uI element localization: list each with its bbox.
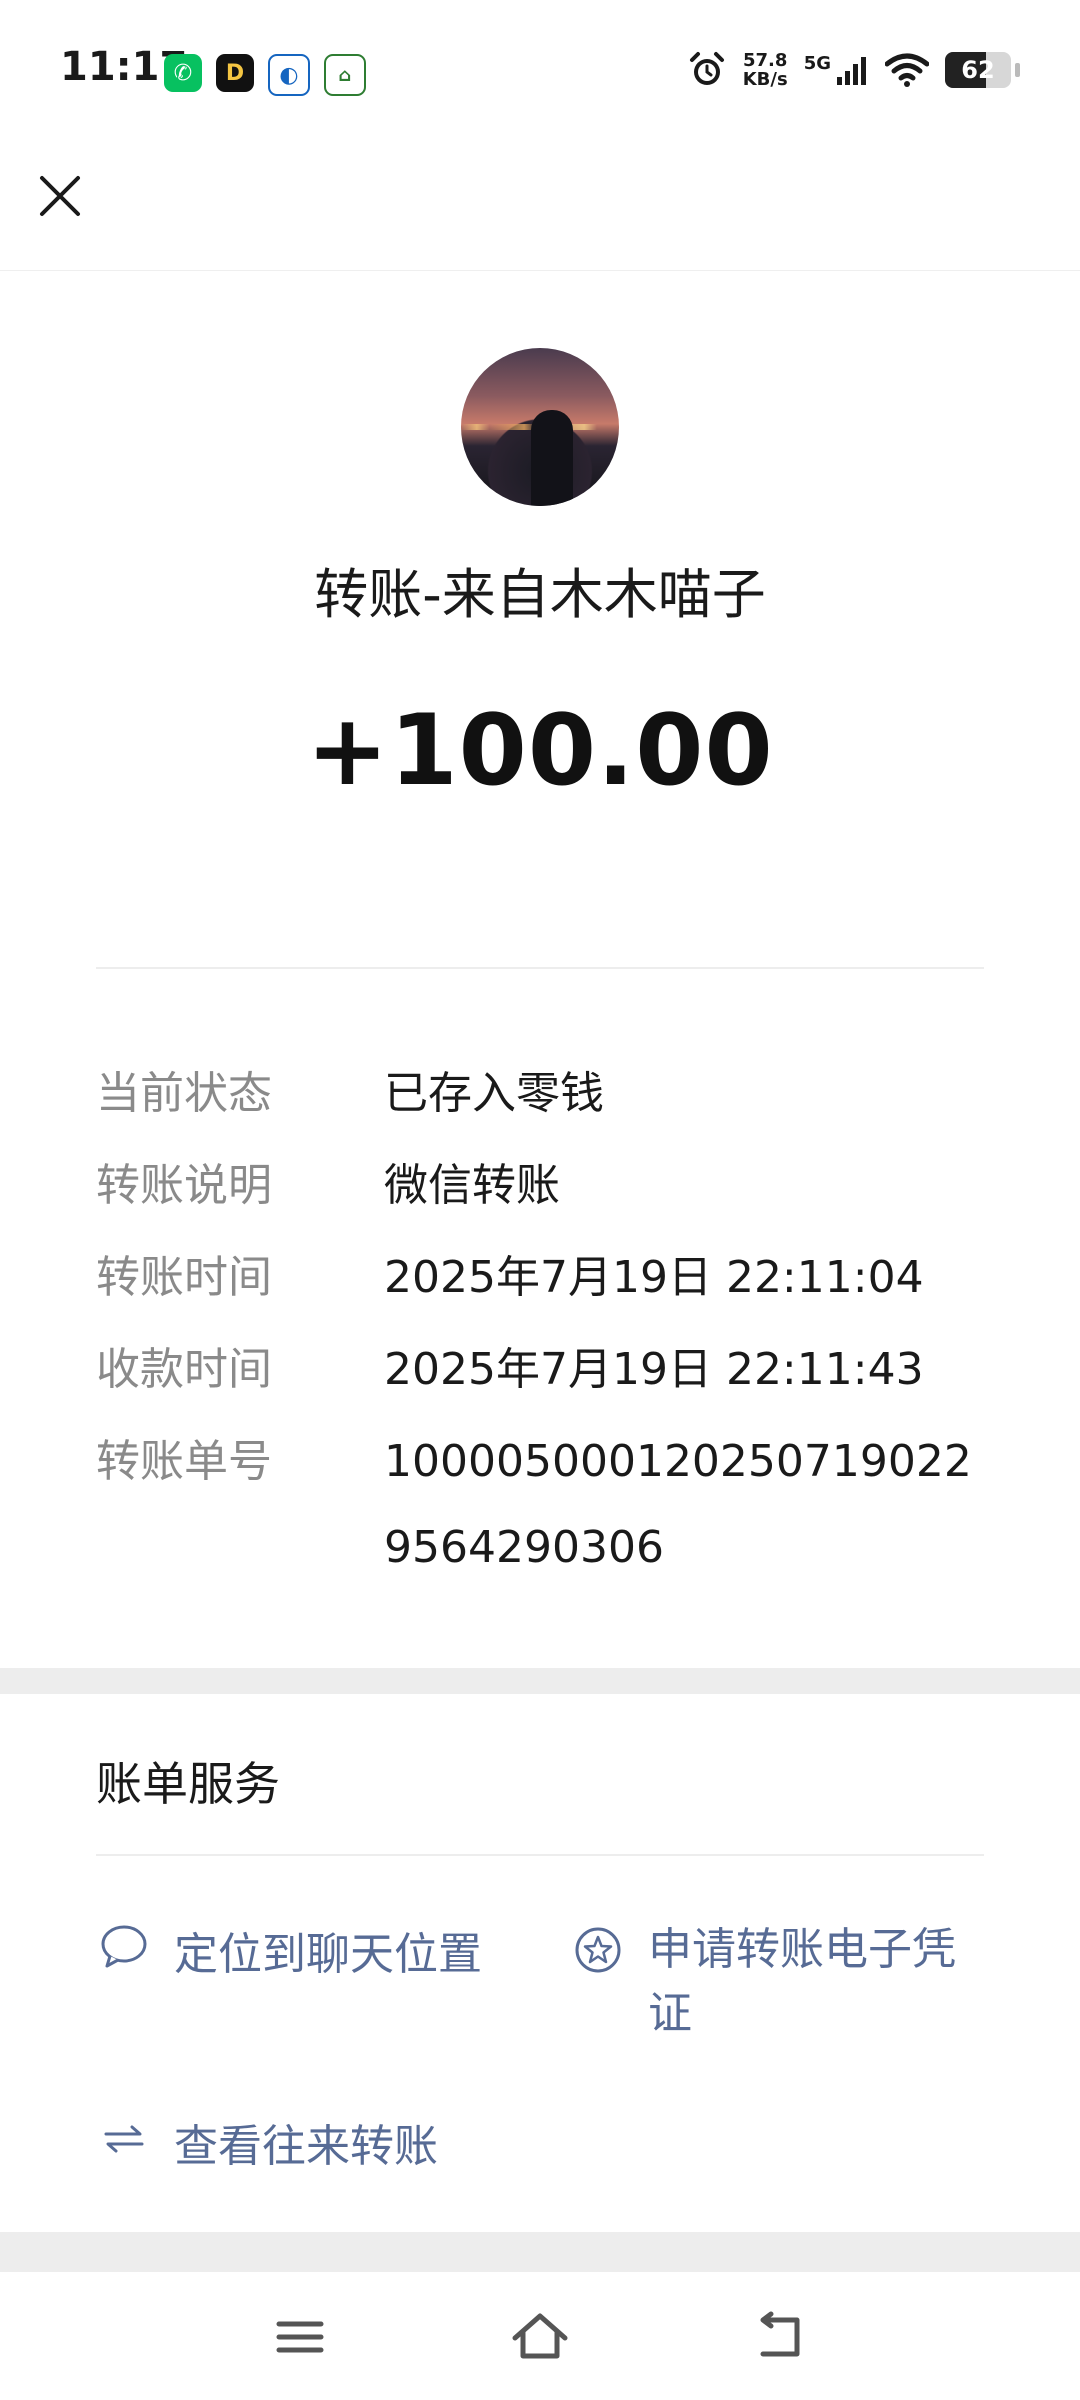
- c-app-notification-icon: ◐: [268, 54, 310, 96]
- detail-value: 2025年7月19日 22:11:43: [384, 1344, 924, 1395]
- alarm-icon: [689, 52, 724, 85]
- detail-value: 2025年7月19日 22:11:04: [384, 1252, 924, 1303]
- request-voucher-label: 申请转账电子凭证: [648, 1924, 956, 2039]
- locate-chat-label: 定位到聊天位置: [174, 1929, 482, 1980]
- locate-chat-link[interactable]: 定位到聊天位置: [96, 1918, 482, 1982]
- star-badge-icon: [575, 1927, 621, 1973]
- detail-label: 转账说明: [96, 1160, 272, 1211]
- view-transfers-label: 查看往来转账: [174, 2121, 438, 2172]
- cell-signal-icon: [837, 57, 866, 85]
- divider: [96, 1854, 984, 1856]
- chat-bubble-icon: [101, 1925, 147, 1968]
- detail-row-transfer-time: 转账时间 2025年7月19日 22:11:04: [96, 1232, 996, 1324]
- menu-icon[interactable]: [265, 2302, 335, 2372]
- detail-row-note: 转账说明 微信转账: [96, 1140, 996, 1232]
- home-icon[interactable]: [505, 2302, 575, 2372]
- bill-services-title: 账单服务: [96, 1757, 280, 1811]
- wifi-icon: [885, 53, 929, 87]
- d-app-notification-icon: D: [216, 54, 254, 92]
- avatar-silhouette: [531, 410, 573, 506]
- transfer-title: 转账-来自木木喵子: [314, 563, 766, 626]
- section-separator: [0, 1668, 1080, 1694]
- order-number-value: 1000050001202507190229564290306: [384, 1436, 972, 1573]
- network-type: 5G: [803, 53, 831, 74]
- request-voucher-link[interactable]: 申请转账电子凭证: [570, 1918, 990, 2046]
- notification-icons: ✆ D ◐ ⌂: [164, 54, 366, 96]
- section-separator: [0, 2232, 1080, 2272]
- sender-avatar: [461, 348, 619, 506]
- detail-value: 已存入零钱: [384, 1068, 604, 1119]
- cell-signal: 5G: [804, 53, 869, 87]
- battery-level-text: 62: [961, 56, 995, 84]
- top-bar: [0, 120, 1080, 271]
- network-speed-value: 57.8: [742, 50, 788, 71]
- system-status: 57.8 KB/s 5G 62: [687, 50, 1020, 90]
- status-bar: 11:17 ✆ D ◐ ⌂ 57.8 KB/s 5G 62: [0, 0, 1080, 120]
- back-icon[interactable]: [745, 2302, 815, 2372]
- transfer-amount: +100.00: [306, 694, 774, 808]
- system-navigation-bar: [0, 2272, 1080, 2400]
- close-icon[interactable]: [34, 170, 86, 222]
- view-transfers-link[interactable]: 查看往来转账: [96, 2110, 438, 2174]
- home-app-notification-icon: ⌂: [324, 54, 366, 96]
- swap-arrows-icon: [104, 2125, 144, 2153]
- transfer-details: 当前状态 已存入零钱 转账说明 微信转账 转账时间 2025年7月19日 22:…: [96, 1048, 996, 1591]
- battery-indicator: 62: [945, 52, 1011, 88]
- network-speed: 57.8 KB/s: [743, 51, 788, 89]
- detail-row-status: 当前状态 已存入零钱: [96, 1048, 996, 1140]
- detail-label: 转账时间: [96, 1252, 272, 1303]
- detail-row-order-number: 转账单号 1000050001202507190229564290306: [96, 1416, 996, 1591]
- detail-label: 当前状态: [96, 1068, 272, 1119]
- wechat-notification-icon: ✆: [164, 54, 202, 92]
- detail-label: 转账单号: [96, 1436, 272, 1487]
- detail-row-receive-time: 收款时间 2025年7月19日 22:11:43: [96, 1324, 996, 1416]
- divider: [96, 967, 984, 969]
- detail-value: 微信转账: [384, 1160, 560, 1211]
- network-speed-unit: KB/s: [742, 69, 788, 90]
- detail-label: 收款时间: [96, 1344, 272, 1395]
- battery-cap: [1015, 63, 1020, 77]
